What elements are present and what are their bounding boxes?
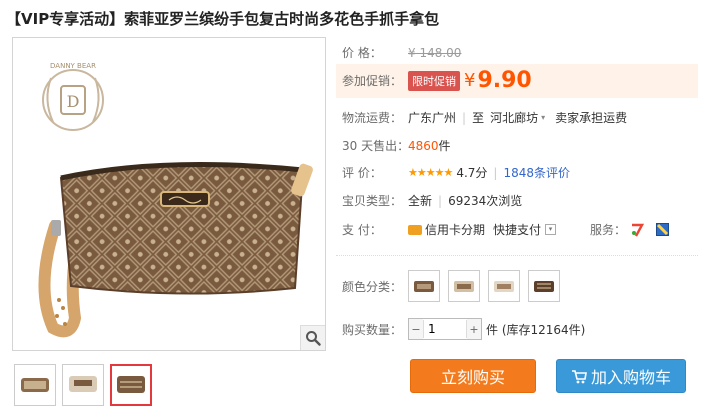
- color-option-4[interactable]: [528, 270, 560, 302]
- price-row: 价 格： ¥ 148.00: [342, 44, 461, 61]
- rating-row: 评 价： ★★★★★ 4.7分 | 1848条评价: [342, 164, 570, 181]
- quantity-label: 购买数量：: [342, 322, 403, 337]
- color-swatch-image: [454, 281, 474, 292]
- ship-to-location[interactable]: 河北廊坊: [490, 109, 538, 126]
- promo-price: 9.90: [477, 68, 532, 93]
- svg-text:D: D: [67, 92, 80, 111]
- thumbnail-3-selected[interactable]: [110, 364, 152, 406]
- add-to-cart-button[interactable]: 加入购物车: [556, 359, 686, 393]
- rating-label: 评 价：: [342, 166, 382, 180]
- color-row: 颜色分类：: [342, 270, 568, 302]
- magnifier-icon: [306, 331, 321, 346]
- thumbnail-1[interactable]: [14, 364, 56, 406]
- guarantee-icon[interactable]: [656, 223, 670, 236]
- ship-from: 广东广州: [408, 111, 457, 125]
- view-count: 69234次浏览: [448, 194, 523, 208]
- clutch-bag-image: D DANNY BEAR: [38, 62, 313, 338]
- item-type-row: 宝贝类型： 全新 | 69234次浏览: [342, 193, 523, 209]
- item-condition: 全新: [408, 194, 433, 208]
- price-label: 价 格：: [342, 46, 382, 60]
- promo-row: 参加促销： 限时促销 ¥ 9.90: [342, 68, 532, 93]
- rating-stars: ★★★★★: [408, 166, 453, 179]
- payment-label: 支 付：: [342, 223, 382, 237]
- quantity-row: 购买数量： − + 件 (库存12164件): [342, 318, 585, 340]
- sales-count: 4860: [408, 138, 439, 153]
- thumbnail-2[interactable]: [62, 364, 104, 406]
- bag-thumbnail-image: [21, 378, 49, 392]
- increase-button[interactable]: +: [467, 319, 481, 339]
- seven-day-return-icon[interactable]: [630, 223, 645, 237]
- review-count-link[interactable]: 1848条评价: [503, 164, 570, 181]
- shipping-row: 物流运费： 广东广州 | 至 河北廊坊 ▾ 卖家承担运费: [342, 109, 628, 126]
- promo-badge: 限时促销: [408, 70, 460, 91]
- chevron-down-icon[interactable]: ▾: [541, 113, 545, 122]
- color-option-1[interactable]: [408, 270, 440, 302]
- color-label: 颜色分类：: [342, 279, 403, 294]
- stock-info: 件 (库存12164件): [486, 322, 586, 337]
- service-label: 服务：: [590, 223, 627, 237]
- credit-card-icon: [408, 224, 422, 235]
- brand-crest-logo: D DANNY BEAR: [42, 62, 104, 131]
- currency-symbol: ¥: [464, 70, 476, 91]
- shipping-label: 物流运费：: [342, 111, 403, 125]
- bag-thumbnail-image: [69, 376, 97, 392]
- quantity-input[interactable]: [423, 320, 467, 338]
- quick-pay[interactable]: 快捷支付: [493, 221, 541, 238]
- cart-icon: [571, 369, 587, 384]
- sales-row: 30 天售出： 4860 件: [342, 137, 451, 154]
- color-swatch-image: [494, 281, 514, 292]
- buy-now-button[interactable]: 立刻购买: [410, 359, 536, 393]
- rating-score: 4.7分: [456, 166, 488, 180]
- color-option-3[interactable]: [488, 270, 520, 302]
- sales-unit: 件: [438, 139, 451, 153]
- decrease-button[interactable]: −: [409, 319, 423, 339]
- divider: [336, 255, 698, 256]
- color-swatch-image: [534, 281, 554, 292]
- quantity-stepper: − +: [408, 318, 482, 340]
- zoom-button[interactable]: [300, 325, 325, 350]
- thumbnail-strip: [14, 364, 152, 406]
- payment-row: 支 付： 信用卡分期 快捷支付 ▾ 服务：: [342, 221, 670, 238]
- add-to-cart-label: 加入购物车: [590, 368, 671, 387]
- credit-installment[interactable]: 信用卡分期: [425, 221, 485, 238]
- color-option-2[interactable]: [448, 270, 480, 302]
- svg-text:DANNY BEAR: DANNY BEAR: [50, 62, 96, 70]
- product-title: 【VIP专享活动】索菲亚罗兰缤纷手包复古时尚多花色手抓手拿包: [6, 10, 440, 28]
- original-price: ¥ 148.00: [408, 45, 462, 60]
- main-product-image[interactable]: D DANNY BEAR: [12, 37, 326, 351]
- item-type-label: 宝贝类型：: [342, 194, 403, 208]
- sales-label: 30 天售出：: [342, 139, 410, 153]
- bag-thumbnail-image: [117, 376, 145, 393]
- color-swatch-image: [414, 281, 434, 292]
- shipping-note: 卖家承担运费: [555, 111, 628, 125]
- ship-to-prefix: 至: [472, 111, 485, 125]
- expand-icon[interactable]: ▾: [545, 224, 557, 235]
- promo-label: 参加促销：: [342, 74, 403, 88]
